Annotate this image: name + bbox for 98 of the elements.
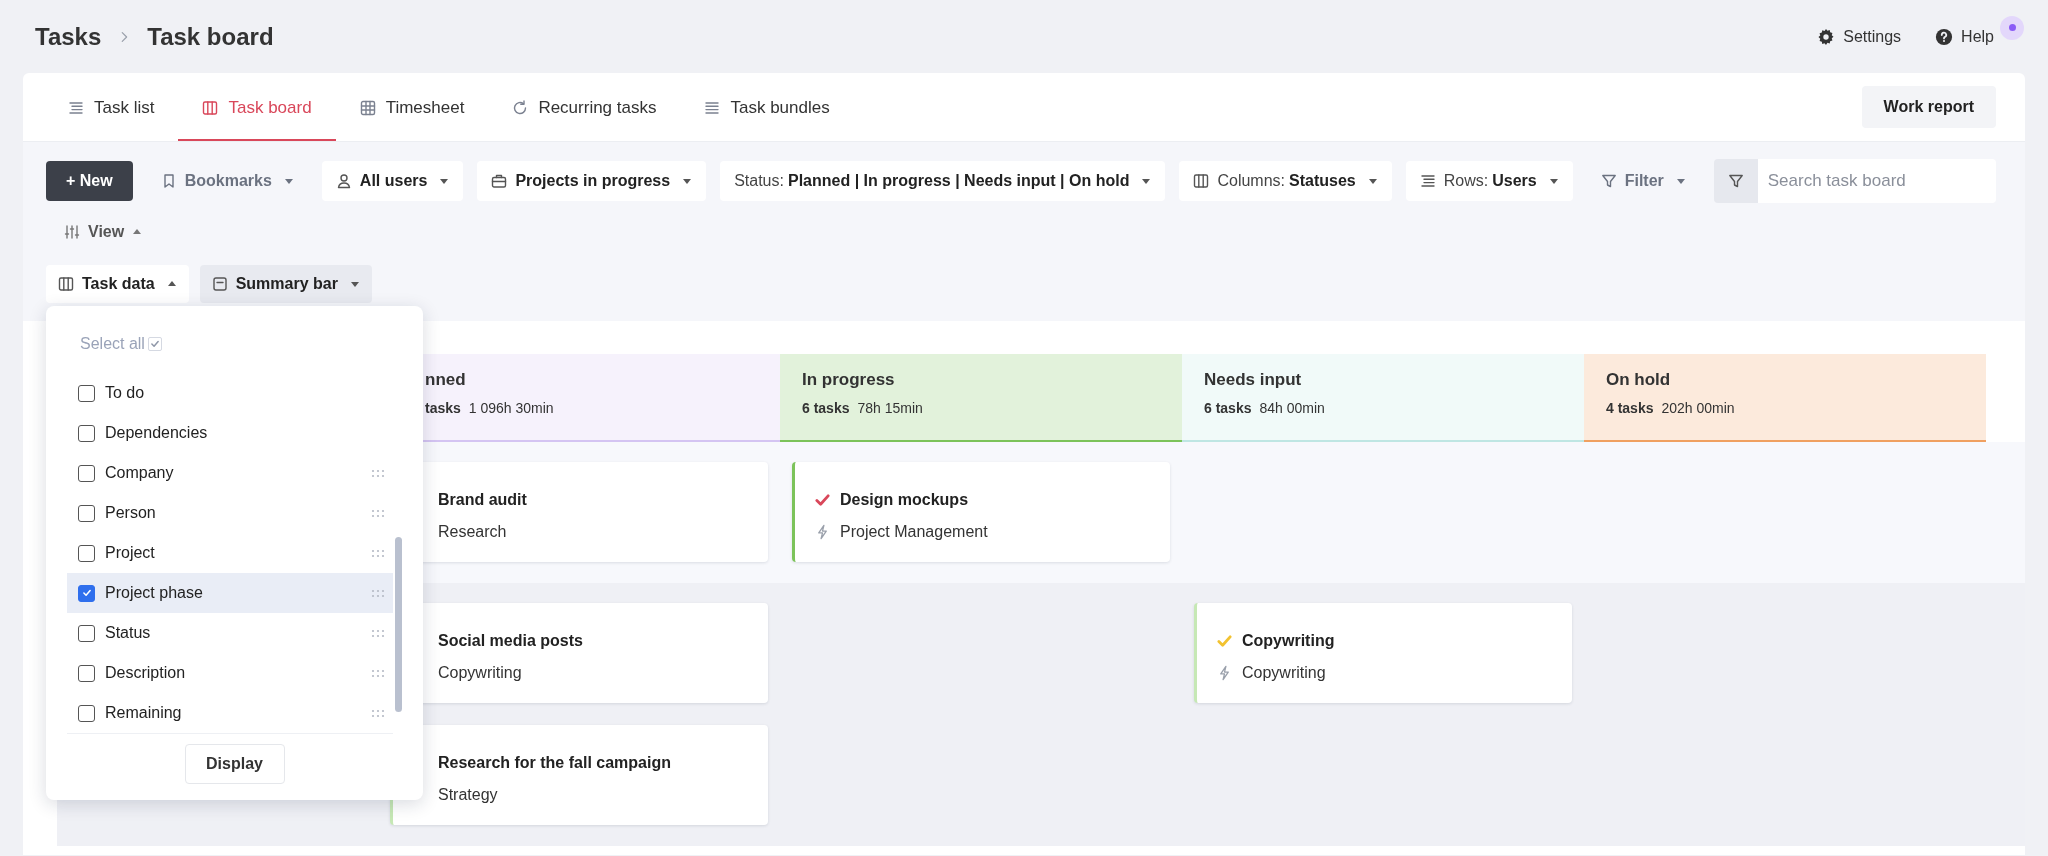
caret-down-icon — [1367, 176, 1378, 186]
drag-handle-icon — [371, 467, 385, 479]
select-all-checkbox[interactable] — [147, 337, 162, 351]
funnel-icon — [1600, 173, 1617, 189]
briefcase-icon — [491, 173, 508, 189]
task-phase: Copywriting — [1242, 664, 1326, 682]
task-count: tasks — [425, 400, 461, 416]
drag-handle-icon — [371, 587, 385, 599]
caret-down-icon — [283, 176, 294, 186]
task-phase: Project Management — [840, 523, 988, 541]
task-card[interactable]: Copywriting Copywriting — [1194, 603, 1572, 703]
task-phase: Strategy — [438, 786, 498, 804]
checkbox[interactable] — [78, 624, 95, 642]
column-duration: 1 096h 30min — [468, 400, 554, 416]
task-title: Design mockups — [840, 491, 969, 509]
column-option[interactable]: Project phase — [67, 573, 393, 613]
breadcrumb-item[interactable]: Tasks — [35, 22, 102, 51]
caret-down-icon — [1141, 176, 1152, 186]
task-phase: Copywriting — [438, 664, 522, 682]
caret-down-icon — [682, 176, 693, 186]
check-icon — [149, 339, 160, 349]
new-button[interactable]: + New — [46, 161, 133, 201]
column-duration: 78h 15min — [857, 400, 923, 416]
help-icon — [1935, 27, 1954, 46]
caret-down-icon — [1675, 176, 1686, 186]
scrollbar-thumb[interactable] — [395, 537, 402, 712]
checkbox[interactable] — [78, 584, 95, 602]
work-report-button[interactable]: Work report — [1861, 86, 1996, 128]
tab[interactable]: Task list — [44, 73, 179, 141]
drag-handle-icon — [371, 707, 385, 719]
sliders-icon — [64, 224, 80, 240]
select-all-label: Select all — [80, 335, 145, 353]
checkbox[interactable] — [78, 384, 95, 402]
checkbox[interactable] — [78, 704, 95, 722]
funnel-icon — [1727, 173, 1744, 189]
view-option-dropdown[interactable]: Task data — [46, 265, 189, 303]
task-title: Social media posts — [438, 632, 583, 650]
check-icon — [81, 588, 92, 598]
filter-dropdown[interactable]: Status: Planned | In progress | Needs input | On hold — [720, 161, 1166, 201]
column-title: Needs input — [1204, 370, 1303, 390]
task-title: Research for the fall campaign — [438, 754, 671, 772]
breadcrumb-item: Task board — [147, 22, 274, 51]
checkbox[interactable] — [78, 504, 95, 522]
task-card[interactable]: Design mockups Project Management — [792, 462, 1170, 562]
checkbox[interactable] — [78, 424, 95, 442]
columns-icon — [1193, 173, 1210, 189]
task-count: 6 tasks — [1204, 400, 1252, 416]
drag-handle-icon — [371, 507, 385, 519]
list-icon — [704, 100, 721, 116]
list-icon — [68, 100, 84, 116]
settings-button[interactable]: Settings — [1817, 27, 1902, 46]
bolt-icon — [1217, 665, 1232, 681]
caret-up-icon — [132, 227, 143, 237]
caret-down-icon — [1548, 176, 1559, 186]
drag-handle-icon — [371, 667, 385, 679]
checkbox[interactable] — [78, 664, 95, 682]
toolbar-button[interactable]: Filter — [1586, 161, 1700, 201]
task-phase: Research — [438, 523, 507, 541]
task-count: 6 tasks — [802, 400, 850, 416]
columns-icon — [58, 276, 74, 292]
tab[interactable]: Timesheet — [335, 73, 489, 141]
task-count: 4 tasks — [1606, 400, 1654, 416]
view-toggle[interactable]: View — [58, 222, 149, 242]
grid-icon — [359, 100, 376, 116]
search-field[interactable]: Search task board — [1757, 159, 1996, 203]
bolt-icon — [815, 524, 830, 540]
column-title: On hold — [1606, 370, 1672, 390]
column-duration: 84h 00min — [1259, 400, 1325, 416]
list-icon — [1419, 173, 1436, 189]
task-title: Copywriting — [1242, 632, 1335, 650]
settings-icon — [1817, 27, 1836, 46]
drag-handle-icon — [371, 547, 385, 559]
filter-dropdown[interactable]: Columns: Statuses — [1179, 161, 1392, 201]
toolbar-button[interactable]: Bookmarks — [146, 161, 308, 201]
display-button[interactable]: Display — [184, 744, 285, 784]
tab[interactable]: Recurring tasks — [488, 73, 681, 141]
tab[interactable]: Task bundles — [680, 73, 854, 141]
summary-icon — [211, 276, 228, 292]
drag-handle-icon — [371, 627, 385, 639]
filter-button[interactable] — [1713, 159, 1758, 203]
column-title: nned — [425, 370, 467, 390]
help-button[interactable]: Help — [1935, 27, 1994, 46]
person-icon — [335, 173, 352, 189]
column-duration: 202h 00min — [1661, 400, 1735, 416]
checkbox[interactable] — [78, 464, 95, 482]
filter-dropdown[interactable]: Rows: Users — [1405, 161, 1573, 201]
task-card[interactable]: Research for the fall campaign Strategy — [390, 725, 768, 825]
checkbox[interactable] — [78, 544, 95, 562]
caret-up-icon — [166, 279, 177, 289]
columns-icon — [202, 100, 219, 116]
column-title: In progress — [802, 370, 896, 390]
filter-dropdown[interactable]: All users — [321, 161, 464, 201]
view-option-dropdown[interactable]: Summary bar — [199, 265, 372, 303]
task-title: Brand audit — [438, 491, 527, 509]
caret-down-icon — [439, 176, 450, 186]
refresh-icon — [512, 100, 529, 116]
filter-dropdown[interactable]: Projects in progress — [477, 161, 707, 201]
caret-down-icon — [349, 279, 360, 289]
